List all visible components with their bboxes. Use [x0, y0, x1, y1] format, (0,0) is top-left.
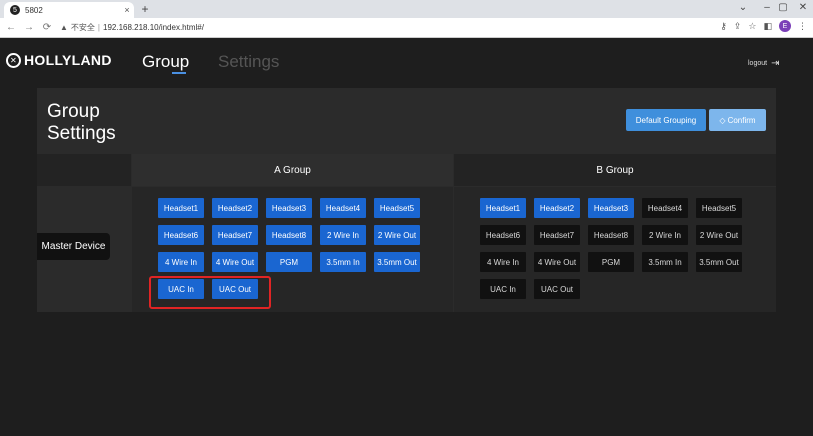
profile-avatar-icon[interactable]: E	[779, 20, 791, 32]
browser-toolbar: ← → ⟳ ▲ 不安全 | 192.168.218.10/index.html#…	[0, 18, 813, 38]
reload-icon[interactable]: ⟳	[40, 22, 54, 33]
sidebar-icon[interactable]: ◧	[763, 21, 772, 32]
group-b-header: B Group	[454, 154, 776, 186]
confirm-button[interactable]: ◇ Confirm	[709, 109, 766, 131]
address-separator: |	[97, 23, 100, 32]
group-a-chip-pgm[interactable]: PGM	[266, 252, 312, 272]
group-a-chip-headset3[interactable]: Headset3	[266, 198, 312, 218]
group-a-chip-headset8[interactable]: Headset8	[266, 225, 312, 245]
logout-icon: ⇥	[771, 58, 780, 69]
group-b-chip-uac-in[interactable]: UAC In	[480, 279, 526, 299]
close-window-icon[interactable]: ✕	[794, 2, 812, 13]
nav-tab-group[interactable]: Group	[142, 52, 189, 72]
nav-tab-settings[interactable]: Settings	[218, 52, 279, 72]
tab-close-icon[interactable]: ×	[120, 5, 134, 15]
panel-title-line2: Settings	[47, 123, 116, 144]
default-grouping-button[interactable]: Default Grouping	[626, 109, 706, 131]
group-a-header: A Group	[132, 154, 453, 186]
group-b-chip-headset1[interactable]: Headset1	[480, 198, 526, 218]
group-b-chip-headset3[interactable]: Headset3	[588, 198, 634, 218]
group-b-chip-headset2[interactable]: Headset2	[534, 198, 580, 218]
group-b-chip-headset6[interactable]: Headset6	[480, 225, 526, 245]
panel-title: Group Settings	[47, 101, 116, 145]
group-a-chip-headset7[interactable]: Headset7	[212, 225, 258, 245]
new-tab-icon[interactable]: +	[138, 2, 152, 16]
browser-tab[interactable]: 5 5802 ×	[4, 2, 134, 18]
header-blank-cell	[37, 154, 131, 186]
group-b-chip-headset4[interactable]: Headset4	[642, 198, 688, 218]
group-b-grid: Headset1 Headset2 Headset3 Headset4 Headset5…	[454, 187, 776, 312]
share-icon[interactable]: ⇪	[734, 21, 742, 32]
browser-tab-bar: 5 5802 × + ⌄ – ▢ ✕	[0, 0, 813, 18]
insecure-label: 不安全	[70, 23, 95, 32]
highlight-annotation-box	[149, 276, 271, 309]
tab-search-icon[interactable]: ⌄	[734, 2, 752, 13]
group-settings-panel: Group Settings Default Grouping ◇ Confir…	[37, 88, 776, 312]
group-a-chip-headset1[interactable]: Headset1	[158, 198, 204, 218]
group-b-chip-pgm[interactable]: PGM	[588, 252, 634, 272]
address-bar[interactable]: ▲ 不安全 | 192.168.218.10/index.html#/	[60, 22, 204, 33]
menu-icon[interactable]: ⋮	[798, 21, 807, 32]
confirm-icon: ◇	[719, 115, 726, 125]
group-b-chip-headset7[interactable]: Headset7	[534, 225, 580, 245]
group-b-chip-3-5mm-in[interactable]: 3.5mm In	[642, 252, 688, 272]
maximize-icon[interactable]: ▢	[774, 2, 792, 13]
group-a-chip-headset5[interactable]: Headset5	[374, 198, 420, 218]
tab-favicon-icon: 5	[10, 5, 20, 15]
logout-button[interactable]: logout ⇥	[748, 58, 779, 69]
group-a-chip-3-5mm-out[interactable]: 3.5mm Out	[374, 252, 420, 272]
group-a-chip-headset2[interactable]: Headset2	[212, 198, 258, 218]
group-a-chip-2-wire-out[interactable]: 2 Wire Out	[374, 225, 420, 245]
master-device-label: Master Device	[37, 233, 110, 260]
group-a-chip-4-wire-in[interactable]: 4 Wire In	[158, 252, 204, 272]
group-b-chip-4-wire-in[interactable]: 4 Wire In	[480, 252, 526, 272]
nav-active-underline	[172, 72, 186, 74]
group-b-chip-uac-out[interactable]: UAC Out	[534, 279, 580, 299]
key-icon[interactable]: ⚷	[720, 21, 727, 32]
group-a-chip-3-5mm-in[interactable]: 3.5mm In	[320, 252, 366, 272]
group-b-chip-2-wire-out[interactable]: 2 Wire Out	[696, 225, 742, 245]
group-a-chip-2-wire-in[interactable]: 2 Wire In	[320, 225, 366, 245]
group-b-chip-4-wire-out[interactable]: 4 Wire Out	[534, 252, 580, 272]
group-b-chip-3-5mm-out[interactable]: 3.5mm Out	[696, 252, 742, 272]
group-b-chip-2-wire-in[interactable]: 2 Wire In	[642, 225, 688, 245]
group-b-chip-headset8[interactable]: Headset8	[588, 225, 634, 245]
tab-title: 5802	[25, 5, 43, 15]
app-root: ✕ HOLLYLAND Group Settings logout ⇥ Grou…	[0, 38, 813, 436]
hollyland-logo-icon: ✕	[6, 52, 21, 68]
group-a-chip-4-wire-out[interactable]: 4 Wire Out	[212, 252, 258, 272]
logout-label: logout	[748, 60, 768, 67]
group-a-chip-headset6[interactable]: Headset6	[158, 225, 204, 245]
brand-logo: ✕ HOLLYLAND	[6, 52, 112, 68]
star-icon[interactable]: ☆	[748, 21, 756, 32]
confirm-label: Confirm	[727, 115, 756, 125]
url-text: 192.168.218.10/index.html#/	[103, 23, 204, 32]
group-a-chip-headset4[interactable]: Headset4	[320, 198, 366, 218]
warning-icon: ▲	[60, 23, 68, 32]
forward-icon[interactable]: →	[22, 22, 36, 33]
brand-name: HOLLYLAND	[24, 52, 112, 68]
panel-title-line1: Group	[47, 101, 100, 122]
group-b-chip-headset5[interactable]: Headset5	[696, 198, 742, 218]
back-icon[interactable]: ←	[4, 22, 18, 33]
toolbar-actions: ⚷ ⇪ ☆ ◧ E ⋮	[720, 20, 807, 32]
